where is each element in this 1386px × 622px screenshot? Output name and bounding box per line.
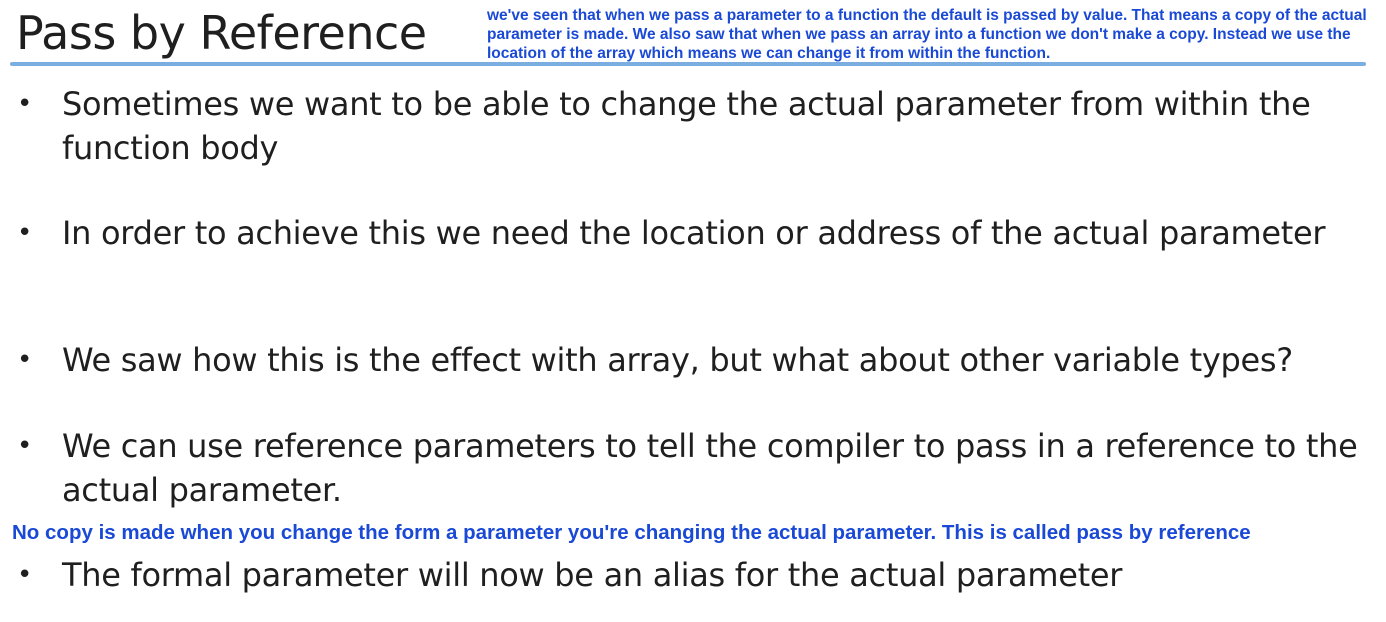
slide-title: Pass by Reference <box>16 6 427 60</box>
bullet-icon: • <box>17 560 33 590</box>
annotation-top: we've seen that when we pass a parameter… <box>487 7 1367 62</box>
title-underline <box>10 62 1366 66</box>
bullet-icon: • <box>17 345 33 375</box>
slide: Pass by Reference we've seen that when w… <box>0 0 1386 622</box>
bullet-text: Sometimes we want to be able to change t… <box>62 85 1311 167</box>
bullet-text: We saw how this is the effect with array… <box>62 341 1293 379</box>
bullet-text: In order to achieve this we need the loc… <box>62 214 1326 252</box>
bullet-text: The formal parameter will now be an alia… <box>62 556 1123 594</box>
bullet-icon: • <box>17 431 33 461</box>
annotation-middle: No copy is made when you change the form… <box>12 521 1251 544</box>
bullet-icon: • <box>17 218 33 248</box>
bullet-text: We can use reference parameters to tell … <box>62 427 1358 509</box>
bullet-icon: • <box>17 89 33 119</box>
